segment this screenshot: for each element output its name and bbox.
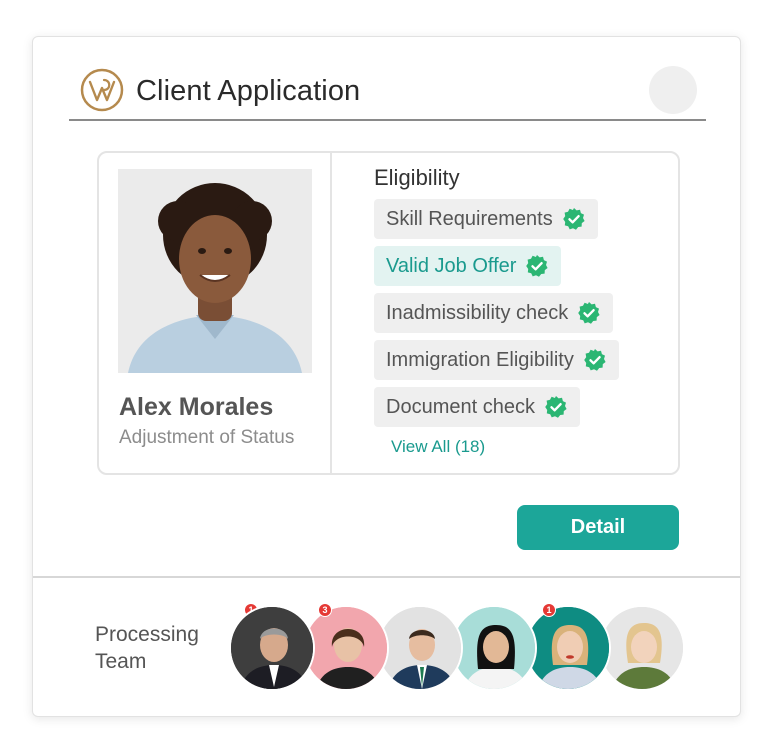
user-avatar-placeholder[interactable]	[649, 66, 697, 114]
view-all-link[interactable]: View All (18)	[391, 437, 485, 457]
eligibility-item-valid-job-offer[interactable]: Valid Job Offer	[374, 246, 562, 286]
panel-divider	[330, 153, 332, 473]
team-member-avatar[interactable]	[525, 605, 611, 691]
processing-team-label: Processing Team	[95, 621, 225, 675]
notification-badge: 3	[318, 603, 332, 617]
client-application-card: Client Application Alex Morales Adjustme…	[32, 36, 741, 717]
eligibility-item-inadmissibility-check[interactable]: Inadmissibility check	[374, 293, 614, 333]
eligibility-item-label: Immigration Eligibility	[386, 348, 574, 371]
client-name: Alex Morales	[119, 393, 274, 421]
verified-check-icon	[584, 349, 606, 371]
eligibility-item-label: Document check	[386, 395, 535, 418]
verified-check-icon	[562, 208, 585, 230]
eligibility-item-label: Skill Requirements	[386, 207, 553, 230]
team-label-line2: Team	[95, 650, 147, 673]
notification-badge: 1	[542, 603, 556, 617]
eligibility-item-label: Valid Job Offer	[386, 254, 517, 277]
eligibility-item-document-check[interactable]: Document check	[374, 387, 580, 427]
verified-check-icon	[578, 302, 600, 324]
team-member-avatar[interactable]	[303, 605, 389, 691]
client-summary-panel: Alex Morales Adjustment of Status Eligib…	[97, 151, 680, 475]
team-member-avatar[interactable]	[377, 605, 463, 691]
team-member-avatar[interactable]	[599, 605, 685, 691]
page-title: Client Application	[136, 75, 361, 107]
team-label-line1: Processing	[95, 623, 199, 646]
footer-divider	[33, 576, 740, 578]
client-status: Adjustment of Status	[119, 427, 295, 448]
eligibility-item-skill-requirements[interactable]: Skill Requirements	[374, 199, 598, 239]
client-photo	[118, 169, 312, 373]
eligibility-item-immigration-eligibility[interactable]: Immigration Eligibility	[374, 340, 619, 380]
detail-button[interactable]: Detail	[517, 505, 679, 550]
team-member-avatar[interactable]	[229, 605, 315, 691]
verified-check-icon	[526, 255, 549, 277]
team-member-avatar[interactable]	[451, 605, 537, 691]
brand-logo	[80, 68, 124, 112]
eligibility-title: Eligibility	[374, 165, 460, 190]
verified-check-icon	[545, 396, 567, 418]
eligibility-item-label: Inadmissibility check	[386, 301, 569, 324]
card-header: Client Application	[69, 55, 706, 121]
